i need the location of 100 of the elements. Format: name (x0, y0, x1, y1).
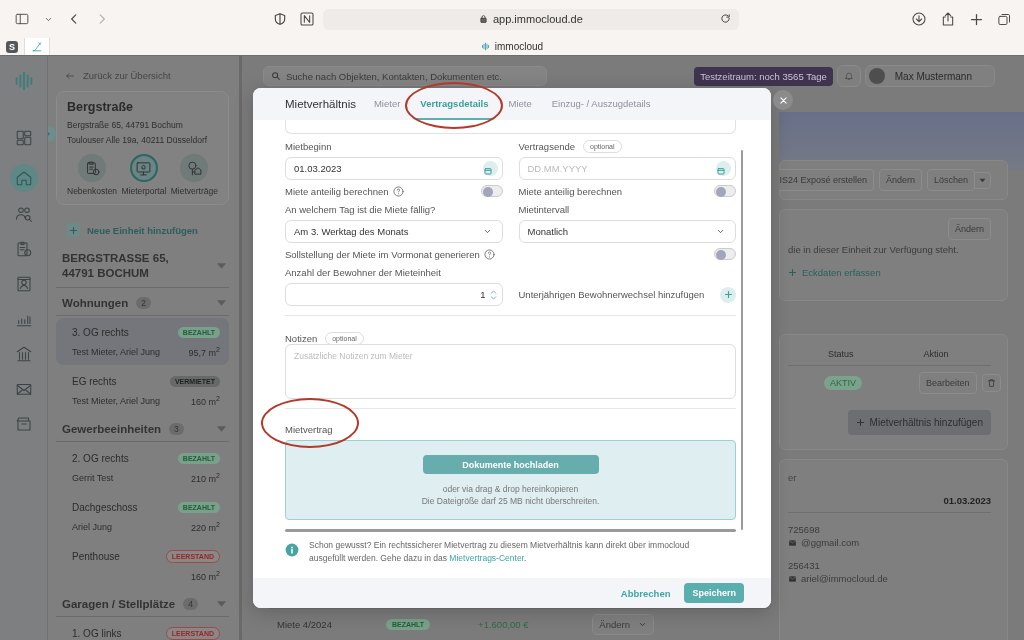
sidebar-icon[interactable] (14, 12, 30, 26)
portal-icon (135, 159, 153, 177)
edit-button[interactable]: Ändern (947, 218, 991, 240)
new-tab-icon[interactable] (969, 11, 984, 27)
field-label: An welchem Tag ist die Miete fällig? (285, 203, 436, 215)
nav-item[interactable] (9, 164, 38, 192)
status-badge: AKTIV (824, 376, 862, 390)
toggle-label: Miete anteilig berechnen (518, 185, 622, 197)
field-label: Notizen (285, 332, 318, 344)
action-button[interactable]: Ändern (878, 169, 922, 191)
tab[interactable]: Mieter (369, 88, 405, 120)
property-name: Bergstraße (67, 100, 134, 114)
trash-icon (986, 378, 996, 388)
info-text: Schon gewusst? Ein rechtssicherer Mietvertrag zu diesem Mietverhältnis kann direkt über immocloud ausgefüllt werden. Gehe dazu in das Mietvertrags-Center. (309, 539, 691, 565)
avatar (868, 68, 885, 84)
reload-icon[interactable] (719, 12, 731, 24)
shield-icon[interactable] (272, 12, 287, 26)
tab-title: immocloud (494, 41, 544, 52)
date-field[interactable]: 01.03.2023 (285, 157, 503, 180)
action-button[interactable]: IS24 Exposé erstellen (779, 169, 874, 191)
plus-icon (788, 268, 797, 277)
calendar-icon (483, 167, 492, 175)
trial-badge: Testzeitraum: noch 3565 Tage (694, 66, 833, 86)
spinner-icon (489, 289, 497, 301)
tab[interactable]: Vertragsdetails (416, 88, 493, 120)
add-unit-link[interactable]: Neue Einheit hinzufügen (87, 224, 198, 236)
caret-icon[interactable] (216, 262, 227, 270)
delete-button[interactable] (981, 374, 1001, 392)
add-residents-label: Unterjährigen Bewohnerwechsel hinzufügen (518, 289, 705, 300)
action-dropdown[interactable]: Ändern (592, 614, 654, 635)
upload-button[interactable]: Dokumente hochladen (422, 455, 599, 474)
tab[interactable]: Miete (504, 88, 536, 120)
pinned-tab[interactable] (25, 38, 50, 55)
unit-name: 2. OG rechts (72, 453, 129, 464)
number-field[interactable]: 1 (285, 283, 503, 306)
shortcut-button[interactable]: Mietverträge (170, 154, 218, 196)
cancel-button[interactable]: Abbrechen (614, 586, 677, 600)
save-button[interactable]: Speichern (684, 583, 744, 603)
payment-amount: +1.600,00 € (478, 619, 529, 630)
dialog-title: Mietverhältnis (285, 98, 356, 110)
field-label: Anzahl der Bewohner der Mieteinheit (285, 266, 441, 278)
scrollbar[interactable] (285, 529, 736, 532)
action-button[interactable]: Löschen (926, 169, 975, 191)
phone-number: 725698 (788, 523, 821, 536)
unit-name: EG rechts (72, 376, 117, 387)
toggle-switch[interactable] (480, 185, 503, 197)
caret-icon[interactable] (216, 425, 227, 433)
add-button[interactable] (720, 286, 736, 303)
column-header: Aktion (923, 349, 949, 359)
chevron-down-icon (638, 620, 647, 629)
field-label: Mietintervall (518, 203, 570, 215)
building-title: BERGSTRASSE 65, 44791 BOCHUM (62, 251, 170, 281)
add-details-link[interactable]: Eckdaten erfassen (788, 267, 881, 278)
toggle-switch[interactable] (714, 248, 736, 260)
download-icon[interactable] (911, 11, 927, 27)
group-title: Garagen / Stellplätze (62, 598, 176, 610)
dropdown-toggle[interactable] (974, 171, 991, 189)
tenant-name: Gerrit Test (72, 472, 114, 483)
plus-icon (66, 223, 80, 237)
upload-area[interactable]: Dokumente hochladen oder via drag & drop hereinkopieren Die Dateigröße darf 25 MB nicht überschreiten. (285, 440, 736, 520)
share-icon[interactable] (940, 11, 956, 27)
shortcut-button[interactable]: Mieterportal (121, 154, 167, 196)
group-title: Gewerbeeinheiten (62, 423, 162, 435)
email-address: ariel@immocloud.de (801, 572, 888, 585)
section-label: Mietvertrag (285, 423, 333, 435)
scrollbar[interactable] (741, 150, 743, 530)
caret-icon (979, 177, 986, 183)
envelope-icon (788, 538, 797, 547)
shortcut-button[interactable]: Nebenkosten (67, 154, 118, 196)
notifications-button[interactable] (836, 65, 861, 87)
date-field[interactable]: DD.MM.YYYY (518, 157, 736, 180)
people-icon (14, 205, 33, 223)
extension-icon[interactable] (298, 11, 315, 27)
caret-icon[interactable] (216, 299, 227, 307)
property-address: Bergstraße 65, 44791 Bochum (67, 119, 184, 132)
upload-hint: Die Dateigröße darf 25 MB nicht überschreiten. (421, 495, 600, 507)
contact-icon (14, 275, 33, 293)
tabs-overview-icon[interactable] (997, 11, 1012, 27)
select-field[interactable]: Am 3. Werktag des Monats (285, 220, 503, 243)
address-bar[interactable]: app.immocloud.de (322, 8, 739, 30)
user-menu-button[interactable]: Max Mustermann (864, 65, 995, 87)
start-date: 01.03.2023 (788, 495, 991, 513)
caret-icon[interactable] (216, 600, 227, 608)
bank-icon (14, 345, 33, 363)
chevron-down-icon (482, 227, 492, 236)
toggle-switch[interactable] (714, 185, 736, 197)
tenant-name: Ariel Jung (72, 521, 113, 532)
upload-hint: oder via drag & drop hereinkopieren (441, 483, 580, 495)
archive-icon (14, 415, 33, 433)
plus-icon (855, 418, 865, 427)
bell-icon (843, 69, 854, 83)
select-field[interactable]: Monatlich (518, 220, 736, 243)
add-tenancy-button[interactable]: Mietverhältnis hinzufügen (847, 410, 991, 435)
contract-center-link[interactable]: Mietvertrags-Center (449, 553, 524, 563)
search-field[interactable]: Suche nach Objekten, Kontakten, Dokumenten etc. (263, 66, 547, 86)
tenant-name: Test Mieter, Ariel Jung (72, 346, 161, 357)
tab[interactable]: Einzug- / Auszugdetails (547, 88, 655, 120)
notes-field[interactable]: Zusätzliche Notizen zum Mieter (285, 344, 736, 399)
envelope-icon (788, 574, 797, 583)
edit-button[interactable]: Bearbeiten (919, 372, 977, 394)
